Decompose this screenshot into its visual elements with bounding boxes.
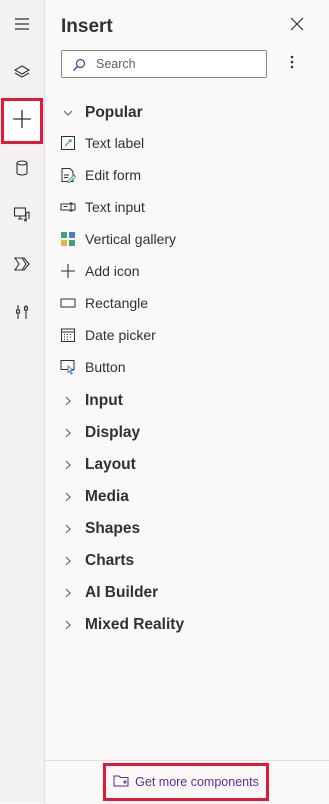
section-label: Popular xyxy=(85,104,143,121)
item-label: Rectangle xyxy=(85,295,149,311)
section-charts[interactable]: Charts xyxy=(61,549,134,573)
section-label: Charts xyxy=(85,552,135,569)
media-button[interactable] xyxy=(0,194,44,238)
chevron-right-icon xyxy=(61,490,75,504)
text-input-icon xyxy=(59,198,77,216)
panel-title: Insert xyxy=(61,16,113,37)
data-button[interactable] xyxy=(0,148,44,192)
insert-item-vertical-gallery[interactable]: Vertical gallery xyxy=(59,227,176,251)
insert-item-button[interactable]: Button xyxy=(59,355,125,379)
insert-panel: Insert Popular Text label Edit form xyxy=(45,0,329,803)
section-layout[interactable]: Layout xyxy=(61,453,136,477)
chevron-right-icon xyxy=(61,554,75,568)
power-automate-button[interactable] xyxy=(0,244,44,288)
insert-item-edit-form[interactable]: Edit form xyxy=(59,163,141,187)
more-options-button[interactable] xyxy=(281,52,303,76)
media-icon xyxy=(13,205,31,228)
insert-item-text-label[interactable]: Text label xyxy=(59,131,144,155)
layers-icon xyxy=(13,63,31,86)
text-label-icon xyxy=(59,134,77,152)
section-label: Media xyxy=(85,488,129,505)
insert-item-text-input[interactable]: Text input xyxy=(59,195,145,219)
chevron-right-icon xyxy=(61,426,75,440)
item-label: Add icon xyxy=(85,263,140,279)
plus-icon xyxy=(59,262,77,280)
section-label: Input xyxy=(85,392,123,409)
insert-item-rectangle[interactable]: Rectangle xyxy=(59,291,148,315)
chevron-right-icon xyxy=(61,394,75,408)
item-label: Text input xyxy=(85,199,145,215)
chevron-right-icon xyxy=(61,586,75,600)
item-label: Text label xyxy=(85,135,145,151)
insert-button[interactable] xyxy=(1,98,43,144)
section-input[interactable]: Input xyxy=(61,389,123,413)
search-input[interactable] xyxy=(96,55,256,73)
section-label: Mixed Reality xyxy=(85,616,185,633)
close-icon xyxy=(290,17,304,36)
chevron-right-icon xyxy=(61,458,75,472)
search-box xyxy=(61,50,267,78)
chevron-down-icon xyxy=(61,106,75,120)
more-vertical-icon xyxy=(290,55,294,74)
section-media[interactable]: Media xyxy=(61,485,129,509)
plus-icon xyxy=(12,109,32,134)
tree-view-button[interactable] xyxy=(0,52,44,96)
advanced-tools-button[interactable] xyxy=(0,292,44,336)
get-more-components-button[interactable]: Get more components xyxy=(103,763,269,801)
database-icon xyxy=(13,159,31,182)
section-label: Layout xyxy=(85,456,136,473)
section-ai-builder[interactable]: AI Builder xyxy=(61,581,158,605)
item-label: Edit form xyxy=(85,167,142,183)
calendar-icon xyxy=(59,326,77,344)
close-button[interactable] xyxy=(285,14,309,38)
get-more-label: Get more components xyxy=(135,775,259,789)
menu-button[interactable] xyxy=(0,4,44,48)
section-popular[interactable]: Popular xyxy=(61,101,143,125)
item-label: Date picker xyxy=(85,327,156,343)
section-display[interactable]: Display xyxy=(61,421,140,445)
gallery-icon xyxy=(59,230,77,248)
left-rail xyxy=(0,0,45,803)
section-shapes[interactable]: Shapes xyxy=(61,517,140,541)
insert-item-add-icon[interactable]: Add icon xyxy=(59,259,139,283)
tools-icon xyxy=(13,303,31,326)
item-label: Vertical gallery xyxy=(85,231,177,247)
section-label: Display xyxy=(85,424,141,441)
section-label: AI Builder xyxy=(85,584,159,601)
chevron-right-icon xyxy=(61,618,75,632)
section-label: Shapes xyxy=(85,520,141,537)
power-automate-icon xyxy=(13,255,31,278)
item-label: Button xyxy=(85,359,126,375)
rectangle-icon xyxy=(59,294,77,312)
folder-icon xyxy=(113,773,135,792)
chevron-right-icon xyxy=(61,522,75,536)
insert-item-date-picker[interactable]: Date picker xyxy=(59,323,156,347)
button-icon xyxy=(59,358,77,376)
panel-footer: Get more components xyxy=(45,760,329,804)
section-mixed-reality[interactable]: Mixed Reality xyxy=(61,613,184,637)
hamburger-menu-icon xyxy=(13,15,31,38)
edit-form-icon xyxy=(59,166,77,184)
